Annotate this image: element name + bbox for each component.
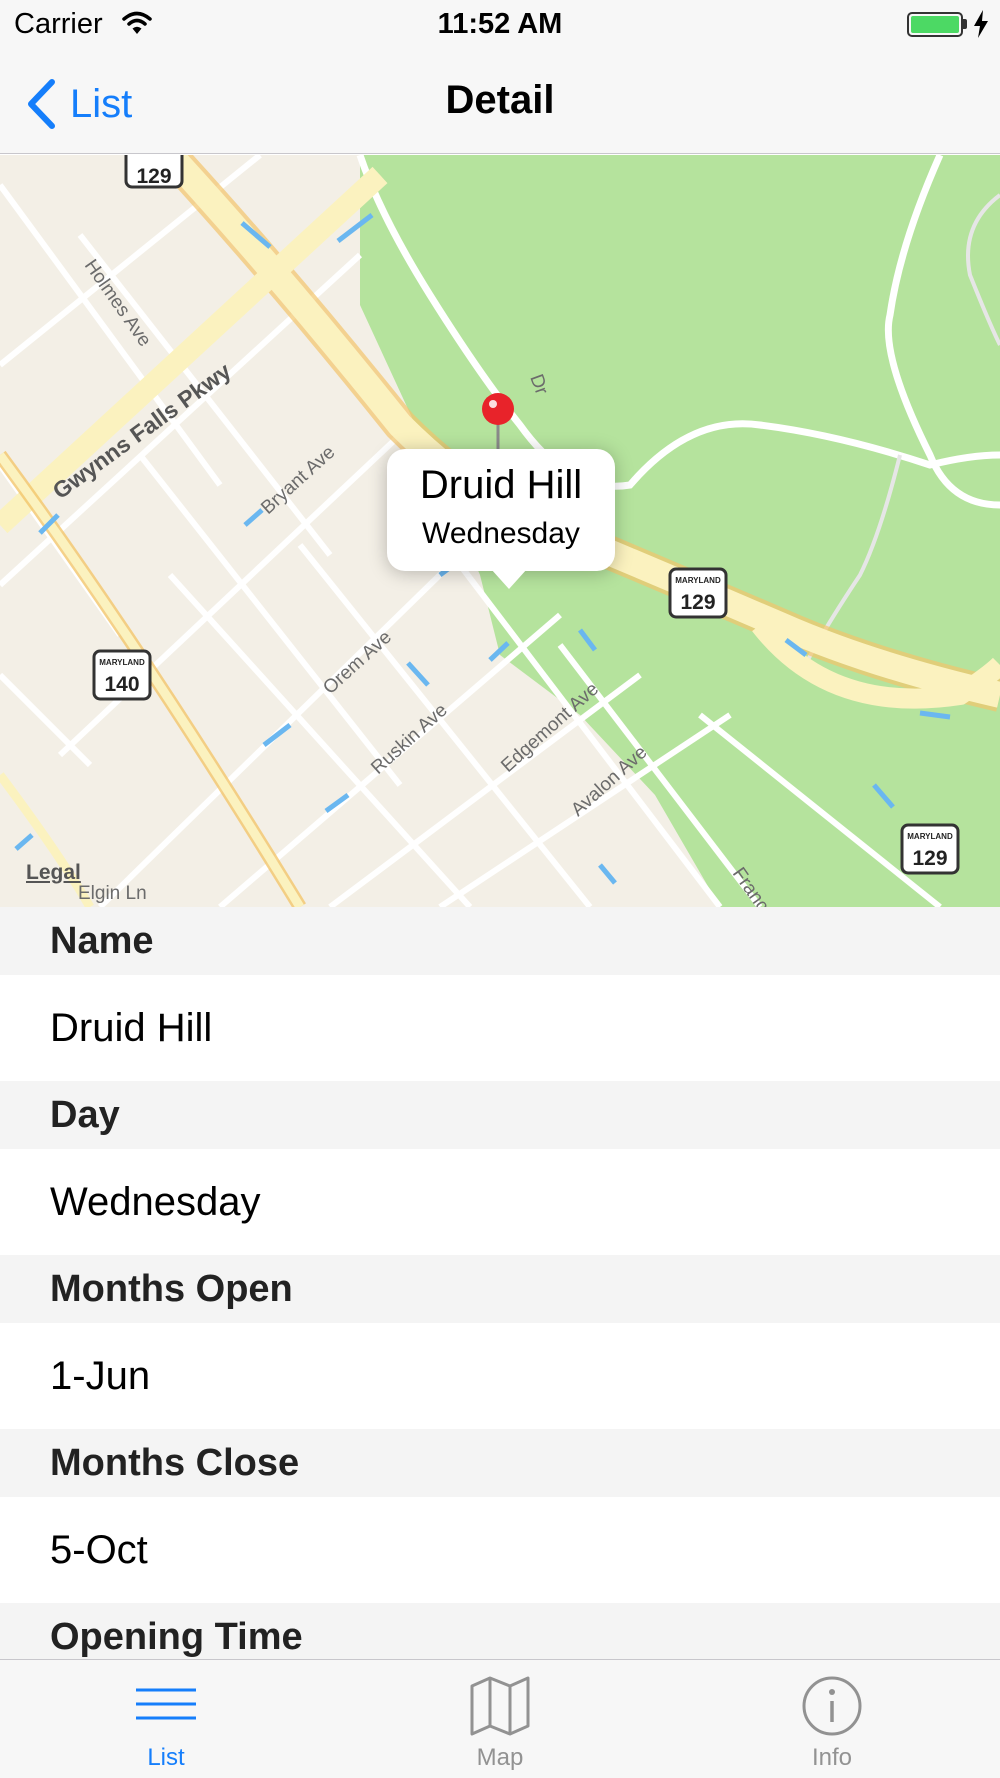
section-header-day: Day [0,1081,1000,1149]
street-label-elgin: Elgin Ln [78,883,147,904]
svg-text:MARYLAND: MARYLAND [675,576,721,585]
tab-list-label: List [147,1744,185,1771]
street-label-orem: Orem Ave [319,627,396,699]
svg-text:MARYLAND: MARYLAND [99,658,145,667]
detail-list[interactable]: Name Druid Hill Day Wednesday Months Ope… [0,907,1000,1659]
section-value-months-open: 1-Jun [0,1323,1000,1429]
info-icon [802,1676,862,1736]
status-time: 11:52 AM [437,8,563,40]
section-value-day: Wednesday [0,1149,1000,1255]
section-value-months-close: 5-Oct [0,1497,1000,1603]
section-header-name: Name [0,907,1000,975]
tab-map[interactable]: Map [400,1660,600,1778]
svg-text:129: 129 [136,165,171,188]
route-shield-129-bottom: MARYLAND 129 [900,823,960,875]
svg-text:140: 140 [104,673,139,696]
section-header-opening-time: Opening Time [0,1603,1000,1659]
legal-link[interactable]: Legal [26,861,81,885]
map-view[interactable]: Holmes Ave Gwynns Falls Pkwy Bryant Ave … [0,155,1000,907]
street-label-ruskin: Ruskin Ave [367,700,451,779]
battery-cap [963,19,967,29]
map-callout[interactable]: Druid Hill Wednesday [387,449,615,589]
street-label-avalon: Avalon Ave [567,742,651,821]
charging-bolt-icon [974,10,988,38]
callout-subtitle: Wednesday [422,517,580,550]
section-header-months-open: Months Open [0,1255,1000,1323]
svg-text:MARYLAND: MARYLAND [907,832,953,841]
route-shield-129-center: MARYLAND 129 [668,567,728,619]
callout-title: Druid Hill [419,463,583,507]
navigation-bar: List Detail [0,48,1000,154]
page-title: Detail [445,78,555,122]
svg-text:129: 129 [680,591,715,614]
svg-text:129: 129 [912,847,947,870]
status-bar: Carrier 11:52 AM [0,0,1000,48]
map-icon [470,1676,530,1736]
route-shield-140: MARYLAND 140 [92,649,152,701]
battery-icon [907,12,963,37]
tab-info-label: Info [811,1744,853,1771]
tab-map-label: Map [476,1744,524,1771]
tab-info[interactable]: Info [732,1660,932,1778]
section-header-months-close: Months Close [0,1429,1000,1497]
tab-bar: List Map Info [0,1659,1000,1778]
list-icon [136,1688,196,1720]
tab-list[interactable]: List [66,1660,266,1778]
section-value-name: Druid Hill [0,975,1000,1081]
route-shield-129-top: 129 [124,155,184,189]
